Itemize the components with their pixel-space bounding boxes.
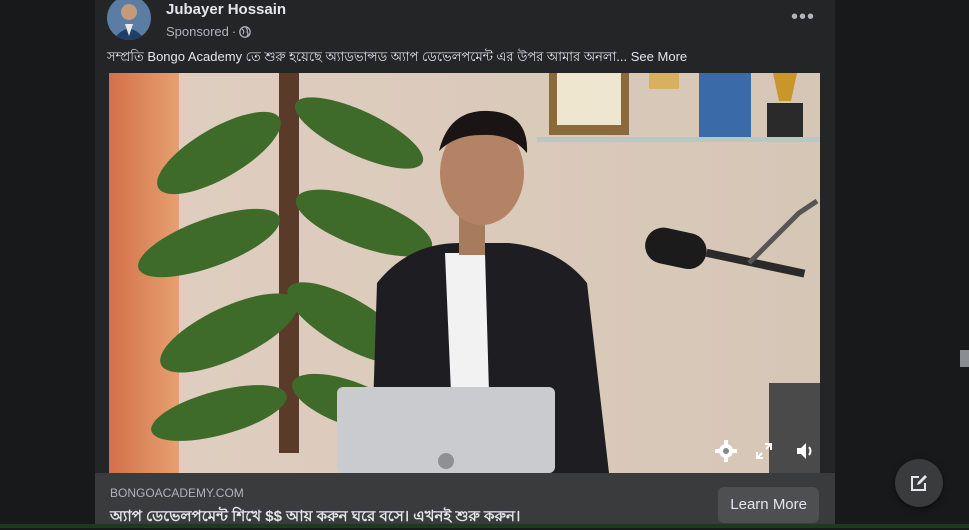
author-name[interactable]: Jubayer Hossain [166,1,286,18]
learn-more-button[interactable]: Learn More [718,487,819,523]
gear-icon[interactable] [715,440,737,462]
fullscreen-icon[interactable] [756,443,772,459]
link-preview[interactable]: BONGOACADEMY.COM অ্যাপ ডেভেলপমেন্ট শিখে … [95,473,835,528]
scrollbar-thumb[interactable] [960,350,969,367]
author-avatar[interactable] [107,0,151,40]
post-caption: সম্প্রতি Bongo Academy তে শুরু হয়েছে অ্… [107,48,687,69]
see-more-link[interactable]: See More [631,49,687,64]
new-message-button[interactable] [895,459,943,507]
taskbar-edge [0,524,969,528]
post-meta: Sponsored · [166,24,252,39]
sponsored-post-card: Jubayer Hossain Sponsored · ••• সম্প্রতি… [95,0,835,528]
caption-text: সম্প্রতি Bongo Academy তে শুরু হয়েছে অ্… [107,49,628,64]
sponsored-label[interactable]: Sponsored [166,24,229,39]
volume-icon[interactable] [795,441,815,461]
video-player[interactable] [109,73,820,473]
globe-icon [239,25,252,38]
compose-icon [911,475,927,491]
post-options-icon[interactable]: ••• [791,6,815,29]
link-domain: BONGOACADEMY.COM [110,486,244,500]
